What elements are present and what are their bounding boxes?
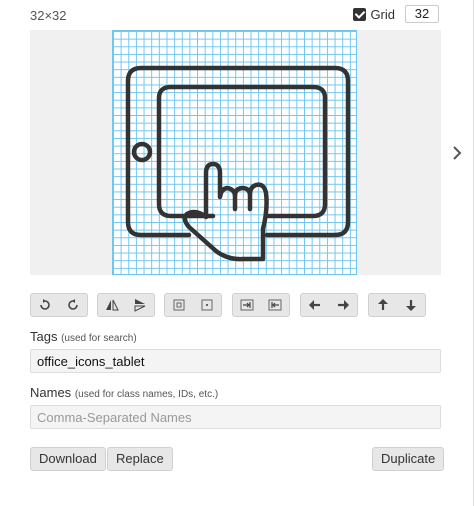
grid-checkbox[interactable]: [353, 7, 367, 21]
move-horizontal-group: [300, 293, 358, 317]
icon-grid-canvas[interactable]: [112, 30, 357, 275]
duplicate-button[interactable]: Duplicate: [372, 447, 445, 471]
names-input[interactable]: Comma-Separated Names: [30, 405, 441, 429]
tags-hint: (used for search): [61, 333, 137, 344]
arrow-down-icon[interactable]: [397, 294, 425, 316]
grid-control: Grid 32: [353, 5, 439, 23]
rotate-ccw-icon[interactable]: [31, 294, 59, 316]
icon-canvas-area: [30, 30, 441, 275]
compress-horizontal-icon[interactable]: [233, 294, 261, 316]
names-label: Names: [30, 385, 72, 400]
next-icon-arrow[interactable]: [451, 143, 463, 163]
tags-label-row: Tags (used for search): [30, 329, 137, 344]
names-hint: (used for class names, IDs, etc.): [74, 389, 219, 400]
download-button[interactable]: Download: [30, 447, 106, 471]
icon-size-label: 32×32: [30, 8, 67, 23]
expand-horizontal-icon[interactable]: [261, 294, 289, 316]
grid-size-input[interactable]: 32: [405, 5, 439, 23]
size-group: [164, 293, 222, 317]
rotate-cw-icon[interactable]: [59, 294, 87, 316]
flip-group: [97, 293, 155, 317]
rotate-group: [30, 293, 88, 317]
shrink-icon[interactable]: [165, 294, 193, 316]
arrow-left-icon[interactable]: [301, 294, 329, 316]
grid-label: Grid: [370, 6, 395, 22]
icon-editor-panel: 32×32 Grid 32 Tags (used for search) off…: [0, 0, 474, 506]
arrow-up-icon[interactable]: [369, 294, 397, 316]
spacing-group: [232, 293, 290, 317]
move-vertical-group: [368, 293, 426, 317]
replace-button[interactable]: Replace: [107, 447, 173, 471]
arrow-right-icon[interactable]: [329, 294, 357, 316]
center-icon[interactable]: [193, 294, 221, 316]
flip-horizontal-icon[interactable]: [98, 294, 126, 316]
tablet-touch-icon: [125, 65, 351, 262]
names-label-row: Names (used for class names, IDs, etc.): [30, 385, 218, 400]
tags-input[interactable]: office_icons_tablet: [30, 349, 441, 373]
flip-vertical-icon[interactable]: [126, 294, 154, 316]
tags-label: Tags: [30, 329, 58, 344]
